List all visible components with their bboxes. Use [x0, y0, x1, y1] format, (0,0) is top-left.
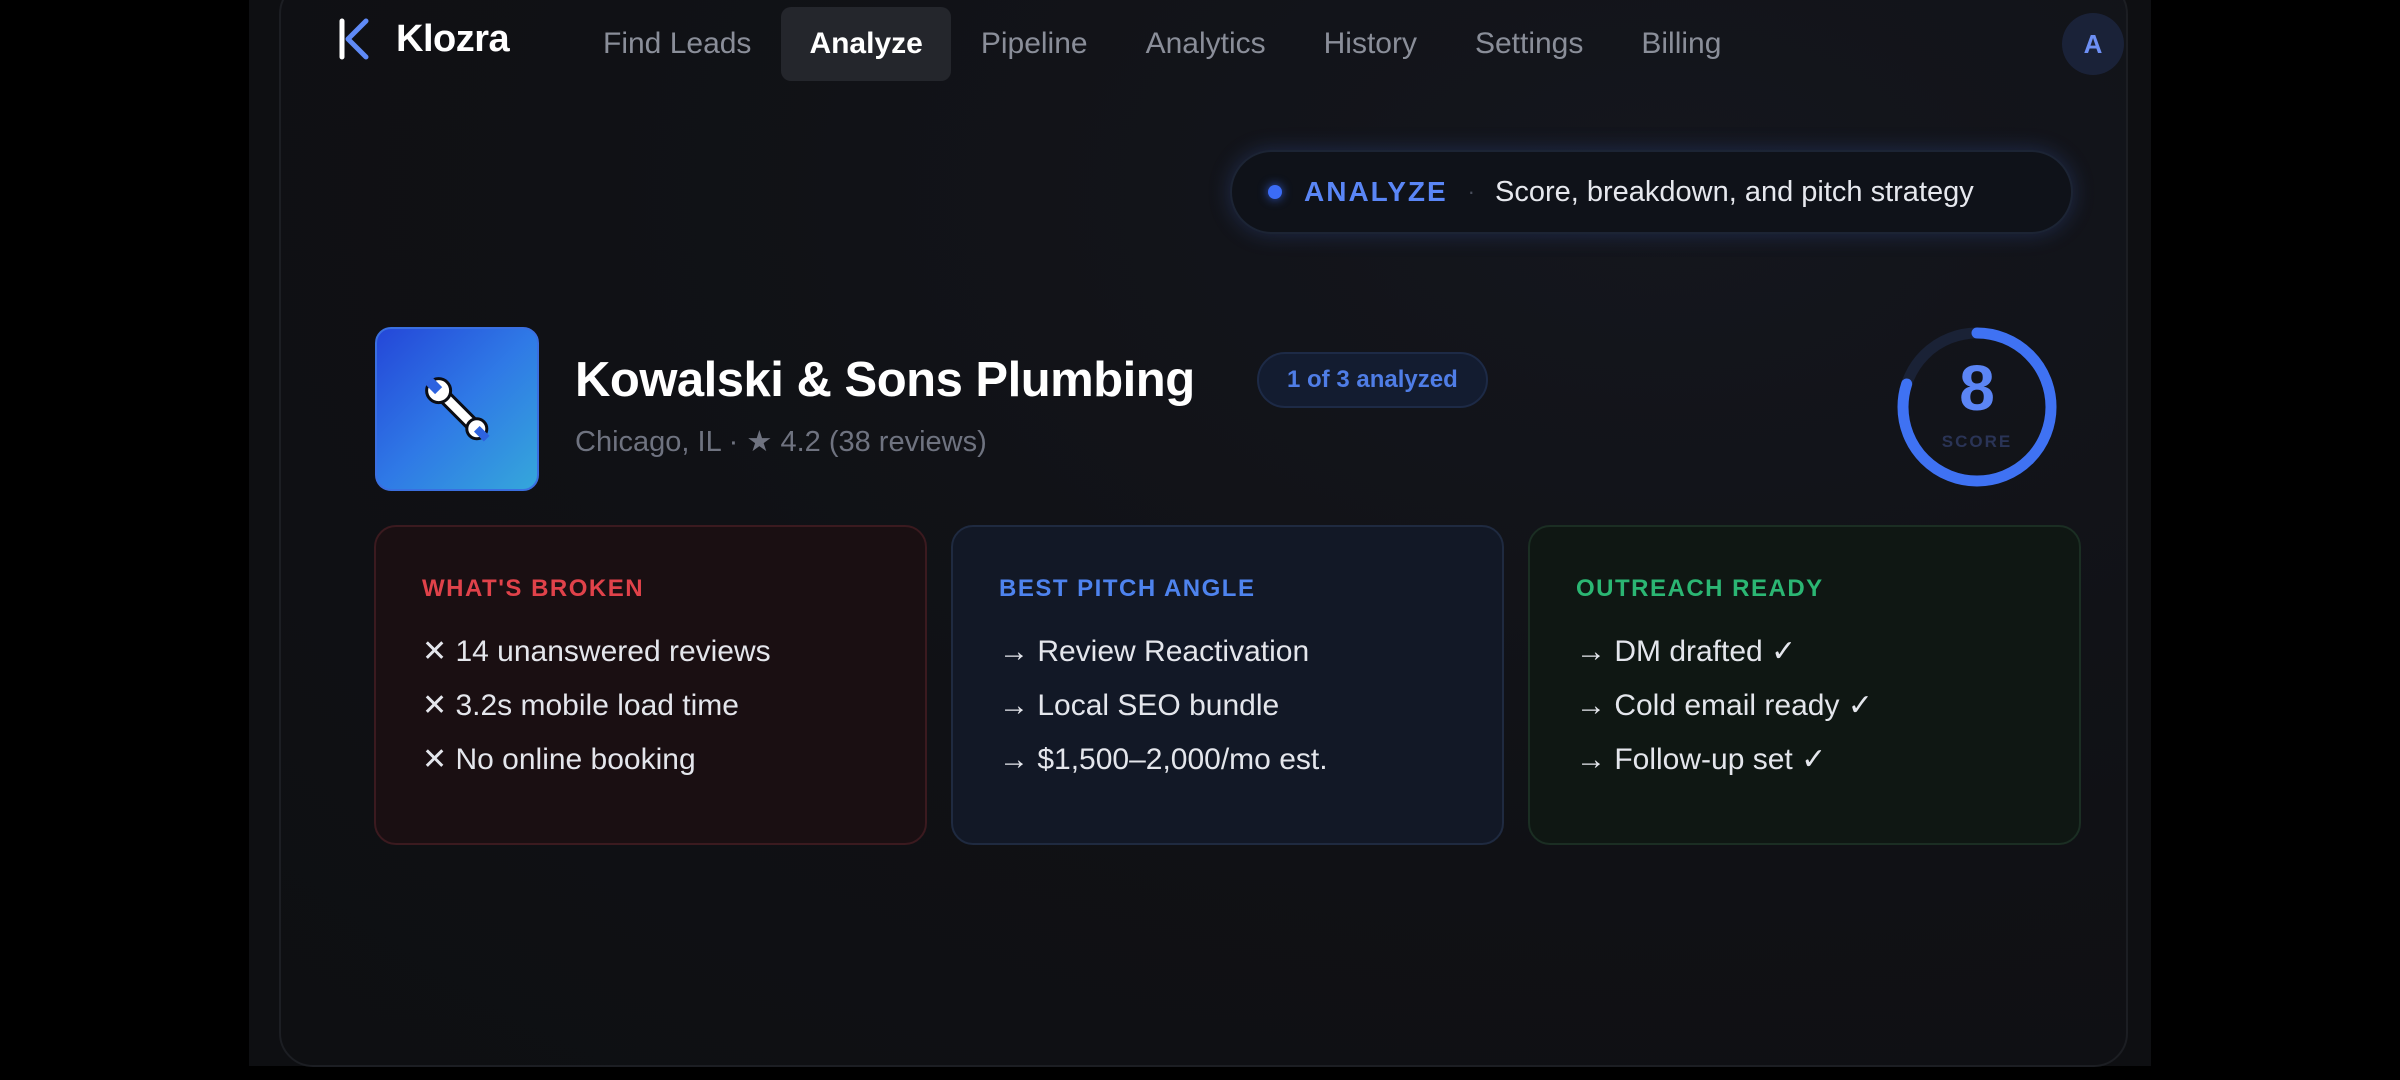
- brand-name: Klozra: [396, 17, 510, 60]
- nav-analyze[interactable]: Analyze: [781, 7, 951, 81]
- business-meta: Chicago, IL · ★ 4.2 (38 reviews): [575, 426, 987, 458]
- list-item: → DM drafted ✓: [1576, 635, 1797, 668]
- score-label: SCORE: [1941, 432, 2013, 451]
- section-pill: ANALYZE · Score, breakdown, and pitch st…: [1230, 150, 2073, 234]
- top-nav: Klozra Find Leads Analyze Pipeline Analy…: [249, 0, 2151, 90]
- list-item: → Local SEO bundle: [999, 689, 1280, 722]
- list-item: → Follow-up set ✓: [1576, 743, 1827, 776]
- outreach-list: → DM drafted ✓ → Cold email ready ✓ → Fo…: [1576, 625, 2079, 787]
- wrench-icon: [425, 377, 490, 442]
- separator: ·: [1467, 179, 1475, 204]
- progress-badge: 1 of 3 analyzed: [1257, 352, 1488, 408]
- section-description: Score, breakdown, and pitch strategy: [1494, 175, 1974, 208]
- brand[interactable]: Klozra: [336, 17, 510, 61]
- list-item: → $1,500–2,000/mo est.: [999, 743, 1328, 776]
- issue-list: ✕ 14 unanswered reviews ✕ 3.2s mobile lo…: [422, 625, 925, 787]
- status-dot-icon: [1268, 185, 1282, 199]
- business-avatar: [375, 327, 539, 491]
- outreach-ready-card: OUTREACH READY → DM drafted ✓ → Cold ema…: [1528, 525, 2081, 845]
- score-value: 8: [1959, 352, 1995, 424]
- nav-analytics[interactable]: Analytics: [1118, 7, 1294, 81]
- nav-settings[interactable]: Settings: [1447, 7, 1611, 81]
- klozra-logo-icon: [336, 17, 376, 61]
- list-item: ✕ 14 unanswered reviews: [422, 635, 771, 668]
- list-item: → Review Reactivation: [999, 635, 1310, 668]
- nav-billing[interactable]: Billing: [1613, 7, 1749, 81]
- business-name: Kowalski & Sons Plumbing: [575, 353, 1195, 407]
- card-title: OUTREACH READY: [1576, 575, 1824, 602]
- nav-tabs: Find Leads Analyze Pipeline Analytics Hi…: [575, 7, 1749, 81]
- list-item: ✕ No online booking: [422, 743, 696, 776]
- best-pitch-card: BEST PITCH ANGLE → Review Reactivation →…: [951, 525, 1504, 845]
- whats-broken-card: WHAT'S BROKEN ✕ 14 unanswered reviews ✕ …: [374, 525, 927, 845]
- section-tag: ANALYZE: [1304, 176, 1448, 207]
- nav-history[interactable]: History: [1296, 7, 1445, 81]
- user-avatar[interactable]: A: [2062, 13, 2124, 75]
- card-title: BEST PITCH ANGLE: [999, 575, 1256, 602]
- nav-find-leads[interactable]: Find Leads: [575, 7, 779, 81]
- pitch-list: → Review Reactivation → Local SEO bundle…: [999, 625, 1502, 787]
- score-ring: 8 SCORE: [1895, 325, 2059, 489]
- nav-pipeline[interactable]: Pipeline: [953, 7, 1116, 81]
- list-item: ✕ 3.2s mobile load time: [422, 689, 739, 722]
- list-item: → Cold email ready ✓: [1576, 689, 1873, 722]
- card-title: WHAT'S BROKEN: [422, 575, 645, 602]
